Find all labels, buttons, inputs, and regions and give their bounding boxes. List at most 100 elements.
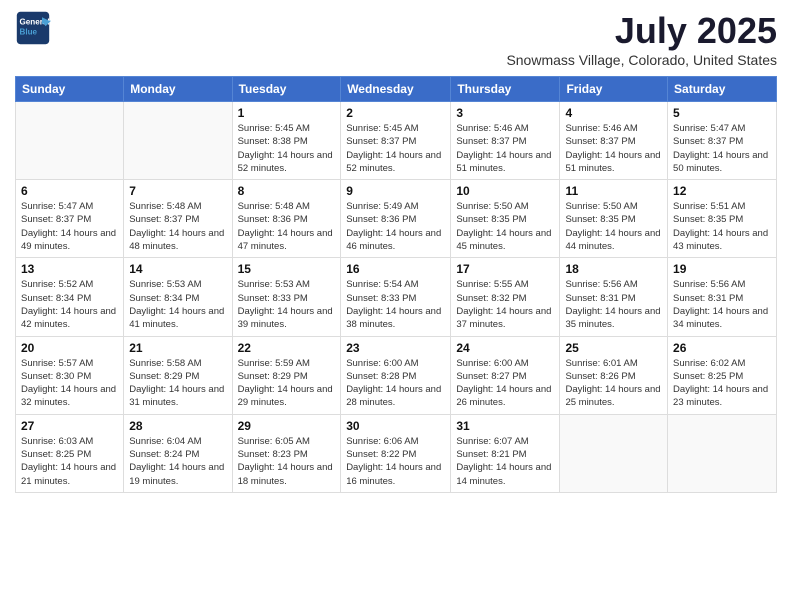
calendar-cell <box>16 102 124 180</box>
calendar-week-row: 27Sunrise: 6:03 AMSunset: 8:25 PMDayligh… <box>16 414 777 492</box>
col-monday: Monday <box>124 77 232 102</box>
day-number: 3 <box>456 106 554 120</box>
day-info: Sunrise: 5:50 AMSunset: 8:35 PMDaylight:… <box>456 200 554 253</box>
header: General Blue July 2025 Snowmass Village,… <box>15 10 777 68</box>
day-number: 11 <box>565 184 662 198</box>
day-info: Sunrise: 5:47 AMSunset: 8:37 PMDaylight:… <box>21 200 118 253</box>
calendar-week-row: 1 Sunrise: 5:45 AMSunset: 8:38 PMDaylight… <box>16 102 777 180</box>
calendar-header-row: Sunday Monday Tuesday Wednesday Thursday… <box>16 77 777 102</box>
day-info: Sunrise: 5:50 AMSunset: 8:35 PMDaylight:… <box>565 200 662 253</box>
calendar-cell: 19Sunrise: 5:56 AMSunset: 8:31 PMDayligh… <box>668 258 777 336</box>
day-info: Sunrise: 5:57 AMSunset: 8:30 PMDaylight:… <box>21 357 118 410</box>
page: General Blue July 2025 Snowmass Village,… <box>0 0 792 612</box>
calendar-cell: 25 Sunrise: 6:01 AMSunset: 8:26 PMDayligh… <box>560 336 668 414</box>
day-info: Sunrise: 5:56 AMSunset: 8:31 PMDaylight:… <box>673 278 771 331</box>
day-info: Sunrise: 6:01 AMSunset: 8:26 PMDaylight:… <box>565 357 662 410</box>
logo-icon: General Blue <box>15 10 51 46</box>
calendar-cell: 7 Sunrise: 5:48 AMSunset: 8:37 PMDaylight… <box>124 180 232 258</box>
calendar-cell: 6 Sunrise: 5:47 AMSunset: 8:37 PMDaylight… <box>16 180 124 258</box>
col-thursday: Thursday <box>451 77 560 102</box>
day-info: Sunrise: 5:53 AMSunset: 8:33 PMDaylight:… <box>238 278 336 331</box>
calendar-cell: 16 Sunrise: 5:54 AMSunset: 8:33 PMDayligh… <box>341 258 451 336</box>
calendar-cell: 12Sunrise: 5:51 AMSunset: 8:35 PMDayligh… <box>668 180 777 258</box>
calendar-cell: 15 Sunrise: 5:53 AMSunset: 8:33 PMDayligh… <box>232 258 341 336</box>
day-number: 20 <box>21 341 118 355</box>
col-wednesday: Wednesday <box>341 77 451 102</box>
calendar-cell: 31 Sunrise: 6:07 AMSunset: 8:21 PMDayligh… <box>451 414 560 492</box>
day-info: Sunrise: 5:47 AMSunset: 8:37 PMDaylight:… <box>673 122 771 175</box>
day-info: Sunrise: 5:45 AMSunset: 8:38 PMDaylight:… <box>238 122 336 175</box>
day-info: Sunrise: 5:49 AMSunset: 8:36 PMDaylight:… <box>346 200 445 253</box>
calendar-cell <box>668 414 777 492</box>
day-number: 27 <box>21 419 118 433</box>
day-number: 2 <box>346 106 445 120</box>
day-info: Sunrise: 5:58 AMSunset: 8:29 PMDaylight:… <box>129 357 226 410</box>
day-number: 14 <box>129 262 226 276</box>
calendar-cell: 30Sunrise: 6:06 AMSunset: 8:22 PMDayligh… <box>341 414 451 492</box>
logo: General Blue <box>15 10 51 46</box>
day-number: 22 <box>238 341 336 355</box>
calendar-cell: 28Sunrise: 6:04 AMSunset: 8:24 PMDayligh… <box>124 414 232 492</box>
day-number: 13 <box>21 262 118 276</box>
day-info: Sunrise: 5:52 AMSunset: 8:34 PMDaylight:… <box>21 278 118 331</box>
day-info: Sunrise: 5:55 AMSunset: 8:32 PMDaylight:… <box>456 278 554 331</box>
calendar-cell: 23 Sunrise: 6:00 AMSunset: 8:28 PMDayligh… <box>341 336 451 414</box>
calendar-cell: 24 Sunrise: 6:00 AMSunset: 8:27 PMDayligh… <box>451 336 560 414</box>
calendar-week-row: 13 Sunrise: 5:52 AMSunset: 8:34 PMDayligh… <box>16 258 777 336</box>
day-number: 5 <box>673 106 771 120</box>
day-number: 16 <box>346 262 445 276</box>
subtitle: Snowmass Village, Colorado, United State… <box>506 52 777 68</box>
calendar-cell: 3 Sunrise: 5:46 AMSunset: 8:37 PMDaylight… <box>451 102 560 180</box>
calendar-cell: 14Sunrise: 5:53 AMSunset: 8:34 PMDayligh… <box>124 258 232 336</box>
day-info: Sunrise: 5:46 AMSunset: 8:37 PMDaylight:… <box>456 122 554 175</box>
day-number: 12 <box>673 184 771 198</box>
day-number: 24 <box>456 341 554 355</box>
main-title: July 2025 <box>506 10 777 52</box>
day-number: 23 <box>346 341 445 355</box>
col-friday: Friday <box>560 77 668 102</box>
day-info: Sunrise: 6:02 AMSunset: 8:25 PMDaylight:… <box>673 357 771 410</box>
day-info: Sunrise: 6:00 AMSunset: 8:27 PMDaylight:… <box>456 357 554 410</box>
day-info: Sunrise: 5:48 AMSunset: 8:36 PMDaylight:… <box>238 200 336 253</box>
day-info: Sunrise: 6:06 AMSunset: 8:22 PMDaylight:… <box>346 435 445 488</box>
day-number: 6 <box>21 184 118 198</box>
calendar-week-row: 6 Sunrise: 5:47 AMSunset: 8:37 PMDaylight… <box>16 180 777 258</box>
calendar-cell: 17 Sunrise: 5:55 AMSunset: 8:32 PMDayligh… <box>451 258 560 336</box>
calendar-cell: 1 Sunrise: 5:45 AMSunset: 8:38 PMDaylight… <box>232 102 341 180</box>
day-number: 25 <box>565 341 662 355</box>
col-sunday: Sunday <box>16 77 124 102</box>
day-info: Sunrise: 5:48 AMSunset: 8:37 PMDaylight:… <box>129 200 226 253</box>
calendar-cell: 11 Sunrise: 5:50 AMSunset: 8:35 PMDayligh… <box>560 180 668 258</box>
day-info: Sunrise: 6:00 AMSunset: 8:28 PMDaylight:… <box>346 357 445 410</box>
calendar-cell <box>124 102 232 180</box>
day-number: 21 <box>129 341 226 355</box>
calendar-cell: 26 Sunrise: 6:02 AMSunset: 8:25 PMDayligh… <box>668 336 777 414</box>
title-section: July 2025 Snowmass Village, Colorado, Un… <box>506 10 777 68</box>
day-number: 29 <box>238 419 336 433</box>
calendar-cell: 27Sunrise: 6:03 AMSunset: 8:25 PMDayligh… <box>16 414 124 492</box>
day-info: Sunrise: 5:56 AMSunset: 8:31 PMDaylight:… <box>565 278 662 331</box>
svg-text:Blue: Blue <box>20 27 38 36</box>
day-number: 28 <box>129 419 226 433</box>
day-number: 17 <box>456 262 554 276</box>
day-number: 18 <box>565 262 662 276</box>
calendar-cell: 4Sunrise: 5:46 AMSunset: 8:37 PMDaylight… <box>560 102 668 180</box>
day-number: 15 <box>238 262 336 276</box>
calendar-cell: 18 Sunrise: 5:56 AMSunset: 8:31 PMDayligh… <box>560 258 668 336</box>
calendar-cell: 10 Sunrise: 5:50 AMSunset: 8:35 PMDayligh… <box>451 180 560 258</box>
day-info: Sunrise: 6:07 AMSunset: 8:21 PMDaylight:… <box>456 435 554 488</box>
day-number: 31 <box>456 419 554 433</box>
day-number: 26 <box>673 341 771 355</box>
day-number: 7 <box>129 184 226 198</box>
day-number: 4 <box>565 106 662 120</box>
day-info: Sunrise: 6:05 AMSunset: 8:23 PMDaylight:… <box>238 435 336 488</box>
day-number: 10 <box>456 184 554 198</box>
calendar-cell: 22Sunrise: 5:59 AMSunset: 8:29 PMDayligh… <box>232 336 341 414</box>
calendar-week-row: 20 Sunrise: 5:57 AMSunset: 8:30 PMDayligh… <box>16 336 777 414</box>
day-number: 1 <box>238 106 336 120</box>
calendar-cell: 9Sunrise: 5:49 AMSunset: 8:36 PMDaylight… <box>341 180 451 258</box>
calendar-cell: 20 Sunrise: 5:57 AMSunset: 8:30 PMDayligh… <box>16 336 124 414</box>
day-info: Sunrise: 5:54 AMSunset: 8:33 PMDaylight:… <box>346 278 445 331</box>
col-saturday: Saturday <box>668 77 777 102</box>
calendar-cell: 2Sunrise: 5:45 AMSunset: 8:37 PMDaylight… <box>341 102 451 180</box>
